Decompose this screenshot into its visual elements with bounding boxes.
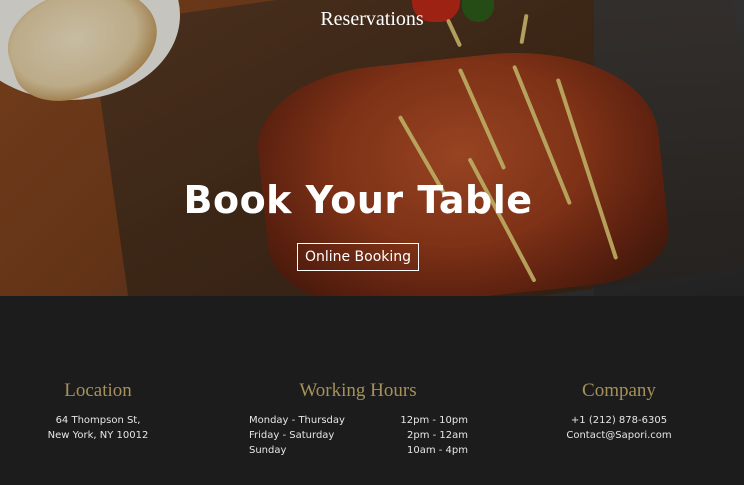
hours-times: 12pm - 10pm 2pm - 12am 10am - 4pm xyxy=(378,413,468,458)
footer: Location 64 Thompson St, New York, NY 10… xyxy=(0,296,744,485)
hours-time-value: 12pm - 10pm xyxy=(400,415,468,426)
address-line: New York, NY 10012 xyxy=(47,430,149,441)
address-line: 64 Thompson St, xyxy=(55,415,141,426)
company-phone[interactable]: +1 (212) 878-6305 xyxy=(549,413,689,428)
page-title[interactable]: Reservations xyxy=(0,8,744,31)
hours-day-label: Monday - Thursday xyxy=(249,415,345,426)
location-title: Location xyxy=(64,380,132,401)
company-title: Company xyxy=(582,380,656,401)
location-address: 64 Thompson St, New York, NY 10012 xyxy=(38,413,158,443)
hours-days: Monday - Thursday Friday - Saturday Sund… xyxy=(249,413,389,458)
hours-day-label: Friday - Saturday xyxy=(249,430,335,441)
company-email[interactable]: Contact@Sapori.com xyxy=(549,428,689,443)
hero-section: Reservations Book Your Table Online Book… xyxy=(0,0,744,296)
hours-time-value: 2pm - 12am xyxy=(406,430,468,441)
hours-day-label: Sunday xyxy=(249,445,287,456)
company-contact: +1 (212) 878-6305 Contact@Sapori.com xyxy=(549,413,689,443)
hours-time-value: 10am - 4pm xyxy=(406,445,468,456)
working-hours-title: Working Hours xyxy=(299,380,417,401)
online-booking-button[interactable]: Online Booking xyxy=(297,243,419,271)
hero-headline: Book Your Table xyxy=(183,178,533,222)
